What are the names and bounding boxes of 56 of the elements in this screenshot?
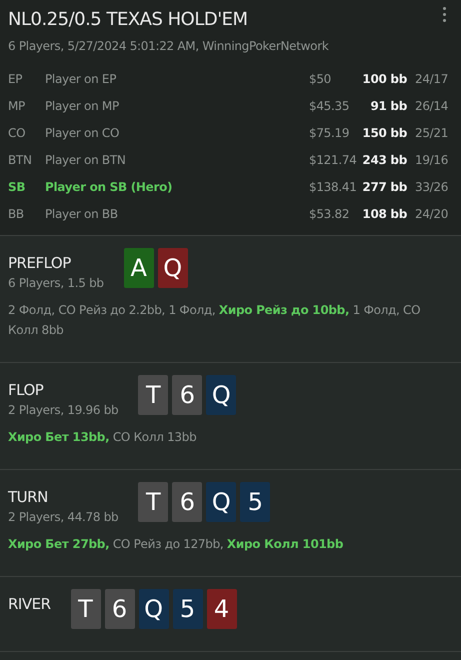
playing-card: A <box>124 248 154 288</box>
player-stats: 24/17 <box>415 70 450 88</box>
hand-subtitle: 6 Players, 5/27/2024 5:01:22 AM, WinningPokerNetwork <box>8 38 330 55</box>
street-info: 2 Players, 19.96 bb <box>8 402 118 419</box>
player-stats: 25/21 <box>415 124 450 142</box>
player-name: Player on MP <box>45 98 120 114</box>
playing-card: Q <box>206 482 236 522</box>
playing-card: T <box>70 589 101 629</box>
playing-card: Q <box>206 375 236 415</box>
player-name: Player on CO <box>45 124 120 142</box>
street-actions: Хиро Бет 13bb, CO Колл 13bb <box>8 429 198 446</box>
playing-card: 4 <box>206 589 237 629</box>
player-position: SB <box>8 178 26 196</box>
player-name: Player on BB <box>45 206 119 222</box>
hand-title: NL0.25/0.5 TEXAS HOLD'EM <box>8 8 248 32</box>
street-name: RIVER <box>8 594 51 615</box>
street-info: 6 Players, 1.5 bb <box>8 275 104 292</box>
player-position: BTN <box>8 152 33 168</box>
playing-card: 6 <box>172 482 202 522</box>
player-stats: 33/26 <box>415 178 450 196</box>
player-stack: $121.74 <box>309 152 358 168</box>
player-big-blinds: 108 bb <box>361 206 407 222</box>
playing-card: T <box>138 482 168 522</box>
street-name: TURN <box>8 487 49 508</box>
player-big-blinds: 277 bb <box>361 178 407 196</box>
player-position: MP <box>8 98 26 114</box>
player-stack: $75.19 <box>309 124 350 142</box>
player-stats: 24/20 <box>415 206 450 222</box>
player-name: Player on SB (Hero) <box>45 178 174 196</box>
player-position: EP <box>8 70 24 88</box>
playing-card: 5 <box>172 589 203 629</box>
player-big-blinds: 91 bb <box>369 98 407 114</box>
playing-card: 6 <box>172 375 202 415</box>
street-name: PREFLOP <box>8 253 72 274</box>
player-position: CO <box>8 124 26 142</box>
playing-card: 6 <box>104 589 135 629</box>
street-actions: Хиро Бет 27bb, CO Рейз до 127bb, Хиро Колл 101bb <box>8 536 344 553</box>
playing-card: Q <box>138 589 169 629</box>
player-stack: $53.82 <box>309 206 350 222</box>
player-big-blinds: 100 bb <box>361 70 407 88</box>
player-stack: $45.35 <box>309 98 350 114</box>
player-stats: 19/16 <box>415 152 450 168</box>
player-name: Player on EP <box>45 70 118 88</box>
playing-card: Q <box>158 248 188 288</box>
player-stack: $50 <box>309 70 332 88</box>
player-big-blinds: 150 bb <box>361 124 407 142</box>
playing-card: T <box>138 375 168 415</box>
player-name: Player on BTN <box>45 152 127 168</box>
player-stack: $138.41 <box>309 178 358 196</box>
player-position: BB <box>8 206 25 222</box>
playing-card: 5 <box>240 482 270 522</box>
player-stats: 26/14 <box>415 98 450 114</box>
street-name: FLOP <box>8 380 44 401</box>
player-big-blinds: 243 bb <box>361 152 407 168</box>
street-actions: 2 Фолд, CO Рейз до 2.2bb, 1 Фолд, Хиро Рейз до 10bb, 1 Фолд, CO Колл 8bb <box>8 302 422 339</box>
street-info: 2 Players, 44.78 bb <box>8 509 118 526</box>
